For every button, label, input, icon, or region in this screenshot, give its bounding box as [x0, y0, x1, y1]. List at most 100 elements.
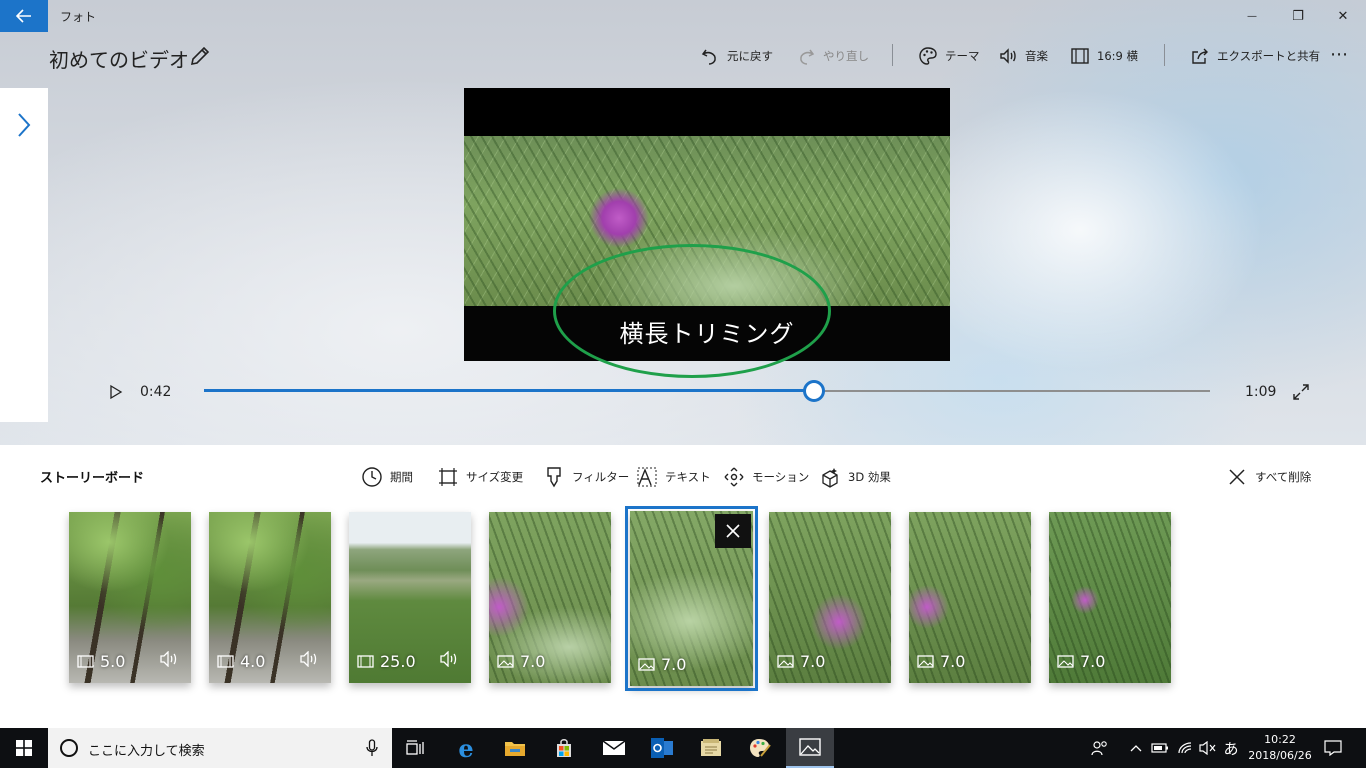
- ime-button[interactable]: あ: [1220, 728, 1242, 768]
- edge-icon: e: [458, 733, 474, 763]
- people-icon: [1091, 741, 1107, 756]
- show-hidden-icons-button[interactable]: [1126, 728, 1146, 768]
- more-options-button[interactable]: ⋯: [1330, 42, 1348, 66]
- arrow-left-icon: [16, 9, 31, 23]
- minimize-button[interactable]: —: [1229, 0, 1275, 32]
- storyboard-clip[interactable]: 25.0: [349, 512, 471, 683]
- redo-button[interactable]: やり直し: [796, 44, 869, 68]
- taskbar-clock[interactable]: 10:22 2018/06/26: [1246, 732, 1314, 764]
- toolbar-divider: [1164, 44, 1165, 66]
- clip-duration: 7.0: [661, 655, 687, 674]
- 3d-effects-button[interactable]: 3D 効果: [819, 466, 891, 488]
- outlook-icon: [651, 738, 673, 758]
- action-center-button[interactable]: [1318, 728, 1348, 768]
- resize-button[interactable]: サイズ変更: [437, 466, 523, 488]
- pencil-icon[interactable]: [188, 44, 212, 68]
- more-icon: ⋯: [1330, 43, 1348, 65]
- clock-time: 10:22: [1264, 733, 1296, 746]
- mail-button[interactable]: [590, 728, 638, 768]
- paint-app-button[interactable]: [736, 728, 784, 768]
- aspect-ratio-icon: [1071, 48, 1089, 64]
- minimize-icon: —: [1247, 10, 1257, 22]
- film-icon: [77, 655, 94, 668]
- store-button[interactable]: [540, 728, 588, 768]
- people-button[interactable]: [1088, 728, 1112, 768]
- outlook-button[interactable]: [638, 728, 686, 768]
- network-button[interactable]: [1175, 728, 1195, 768]
- notes-app-button[interactable]: [687, 728, 735, 768]
- cortana-icon: [60, 739, 78, 757]
- task-view-button[interactable]: [392, 728, 440, 768]
- speaker-icon: [300, 651, 317, 667]
- storyboard-clip[interactable]: 7.0: [489, 512, 611, 683]
- photos-app-button[interactable]: [786, 728, 834, 768]
- aspect-ratio-button[interactable]: 16:9 横: [1070, 44, 1138, 68]
- storyboard-clip[interactable]: 7.0: [769, 512, 891, 683]
- project-title[interactable]: 初めてのビデオ: [49, 44, 189, 73]
- image-icon: [777, 655, 794, 668]
- edge-button[interactable]: e: [442, 728, 490, 768]
- taskbar-search-box[interactable]: ここに入力して検索: [48, 728, 392, 768]
- seek-thumb[interactable]: [802, 380, 825, 402]
- filter-button[interactable]: フィルター: [543, 466, 629, 488]
- notes-icon: [701, 739, 721, 756]
- 3d-cube-icon: [822, 468, 838, 488]
- back-button[interactable]: [0, 0, 48, 32]
- total-time: 1:09: [1245, 384, 1277, 400]
- storyboard-clip[interactable]: 7.0: [909, 512, 1031, 683]
- motion-button[interactable]: モーション: [723, 466, 809, 488]
- undo-icon: [701, 49, 716, 65]
- remove-clip-button[interactable]: [715, 514, 751, 548]
- storyboard-clip-selected[interactable]: 7.0: [625, 506, 758, 691]
- music-label: 音楽: [1025, 49, 1048, 63]
- clip-duration: 7.0: [1080, 652, 1106, 671]
- image-icon: [497, 655, 514, 668]
- play-icon[interactable]: [108, 384, 124, 400]
- wifi-icon: [1178, 742, 1192, 754]
- start-button[interactable]: [0, 728, 48, 768]
- export-share-button[interactable]: エクスポートと共有: [1190, 44, 1320, 68]
- text-button[interactable]: テキスト: [636, 466, 711, 488]
- storyboard-title: ストーリーボード: [40, 471, 145, 486]
- annotation-ellipse: [553, 244, 831, 378]
- taskbar: ここに入力して検索 e あ 10:22 2018/06/26: [0, 728, 1366, 768]
- theme-label: テーマ: [945, 49, 980, 63]
- restore-icon: ❐: [1292, 8, 1304, 24]
- motion-icon: [724, 467, 744, 487]
- seek-bar[interactable]: [204, 380, 1210, 402]
- duration-button[interactable]: 期間: [361, 466, 413, 488]
- storyboard-clip[interactable]: 5.0: [69, 512, 191, 683]
- delete-all-label: すべて削除: [1255, 470, 1312, 484]
- close-button[interactable]: ✕: [1320, 0, 1366, 32]
- clip-duration: 7.0: [520, 652, 546, 671]
- image-icon: [917, 655, 934, 668]
- storyboard-clip[interactable]: 7.0: [1049, 512, 1171, 683]
- text-label: テキスト: [665, 470, 711, 484]
- file-explorer-button[interactable]: [491, 728, 539, 768]
- film-icon: [357, 655, 374, 668]
- motion-label: モーション: [752, 470, 810, 484]
- theme-button[interactable]: テーマ: [918, 44, 980, 68]
- microphone-icon[interactable]: [366, 739, 378, 757]
- palette-icon: [919, 47, 937, 65]
- text-icon: [637, 467, 657, 487]
- volume-button[interactable]: [1198, 728, 1218, 768]
- app-name: フォト: [60, 10, 97, 24]
- editor-area: フォト — ❐ ✕ 初めてのビデオ 元に戻す やり直し テーマ 音楽 16:9 …: [0, 0, 1366, 445]
- clip-duration: 7.0: [940, 652, 966, 671]
- fullscreen-icon[interactable]: [1292, 383, 1310, 401]
- close-icon: ✕: [1337, 8, 1349, 24]
- storyboard-clip[interactable]: 4.0: [209, 512, 331, 683]
- undo-button[interactable]: 元に戻す: [700, 44, 773, 68]
- maximize-button[interactable]: ❐: [1275, 0, 1321, 32]
- clock-date: 2018/06/26: [1248, 749, 1312, 762]
- current-time: 0:42: [140, 384, 172, 400]
- delete-all-button[interactable]: すべて削除: [1226, 466, 1311, 488]
- battery-button[interactable]: [1150, 728, 1170, 768]
- music-button[interactable]: 音楽: [998, 44, 1048, 68]
- side-panel-toggle[interactable]: [0, 88, 48, 422]
- resize-label: サイズ変更: [466, 470, 524, 484]
- film-icon: [217, 655, 234, 668]
- close-icon: [726, 524, 740, 538]
- share-icon: [1192, 48, 1208, 64]
